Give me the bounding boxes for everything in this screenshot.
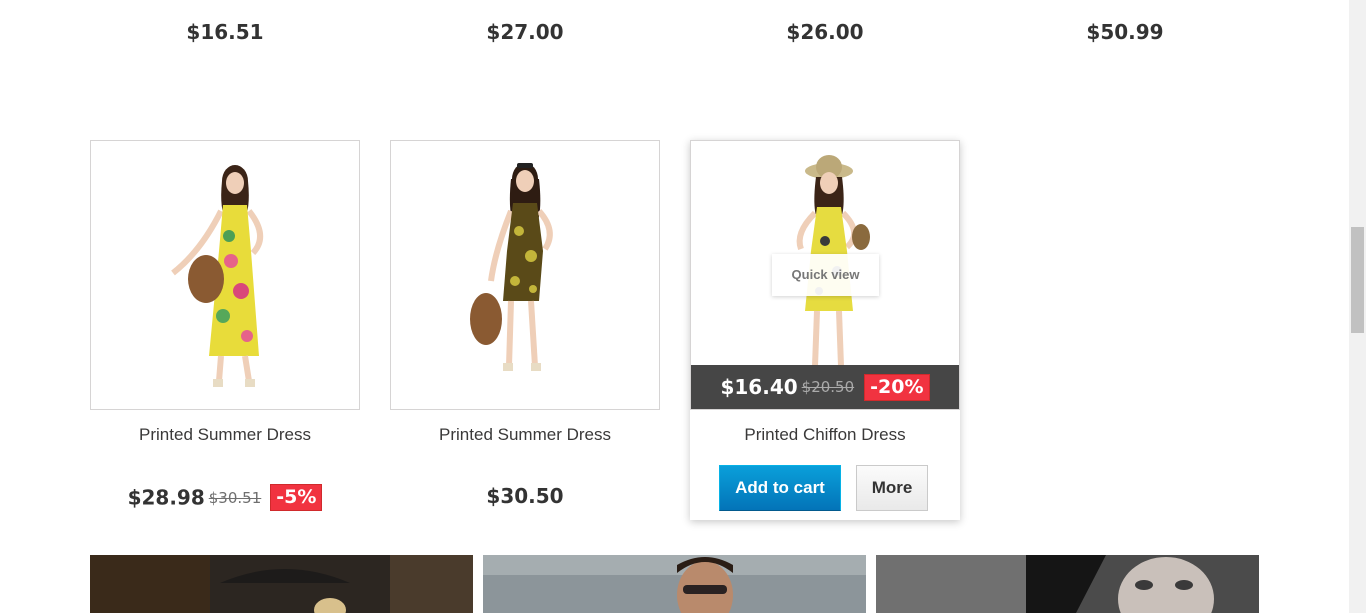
product-price: $27.00 xyxy=(486,20,564,44)
product-card[interactable]: Printed Summer Dress $28.98 $30.51 -5% xyxy=(90,140,360,511)
product-price: $50.99 xyxy=(1086,20,1164,44)
old-price: $30.51 xyxy=(208,488,262,507)
discount-badge: -20% xyxy=(864,373,930,401)
price-row: $30.50 xyxy=(390,484,660,508)
product-name[interactable]: Printed Summer Dress xyxy=(90,425,360,445)
promo-banner-image[interactable] xyxy=(876,555,1259,613)
hover-price-band: $16.40 $20.50 -20% xyxy=(691,365,959,409)
add-to-cart-button[interactable]: Add to cart xyxy=(719,465,841,511)
scrollbar-thumb[interactable] xyxy=(1351,227,1364,333)
product-price: $16.51 xyxy=(186,20,264,44)
discount-badge: -5% xyxy=(270,484,323,511)
promo-banner-image[interactable] xyxy=(90,555,473,613)
product-image[interactable] xyxy=(390,140,660,410)
promo-banner-image[interactable] xyxy=(483,555,866,613)
vertical-scrollbar[interactable] xyxy=(1349,0,1366,613)
product-price: $16.40 xyxy=(720,375,798,399)
banner-photo xyxy=(876,555,1259,613)
product-image[interactable]: Quick view $16.40 $20.50 -20% xyxy=(690,140,960,410)
quick-view-button[interactable]: Quick view xyxy=(772,254,879,296)
product-price: $28.98 xyxy=(127,485,205,510)
price-row: $28.98 $30.51 -5% xyxy=(90,484,360,511)
product-name[interactable]: Printed Summer Dress xyxy=(390,425,660,445)
more-button[interactable]: More xyxy=(856,465,928,511)
action-buttons: Add to cart More xyxy=(690,465,960,511)
dress-model-image xyxy=(470,163,553,371)
product-card[interactable]: Quick view $16.40 $20.50 -20% Printed Ch… xyxy=(690,140,960,520)
product-listing-page: $16.51 $27.00 $26.00 $50.99 Printed Summ… xyxy=(0,0,1366,613)
product-image[interactable] xyxy=(90,140,360,410)
old-price: $20.50 xyxy=(801,378,855,396)
product-card[interactable]: Printed Summer Dress $30.50 xyxy=(390,140,660,508)
banner-photo xyxy=(483,555,866,613)
dress-model-image xyxy=(171,165,263,387)
banner-photo xyxy=(90,555,473,613)
product-price: $26.00 xyxy=(786,20,864,44)
product-price: $30.50 xyxy=(486,484,564,508)
product-name[interactable]: Printed Chiffon Dress xyxy=(690,425,960,445)
